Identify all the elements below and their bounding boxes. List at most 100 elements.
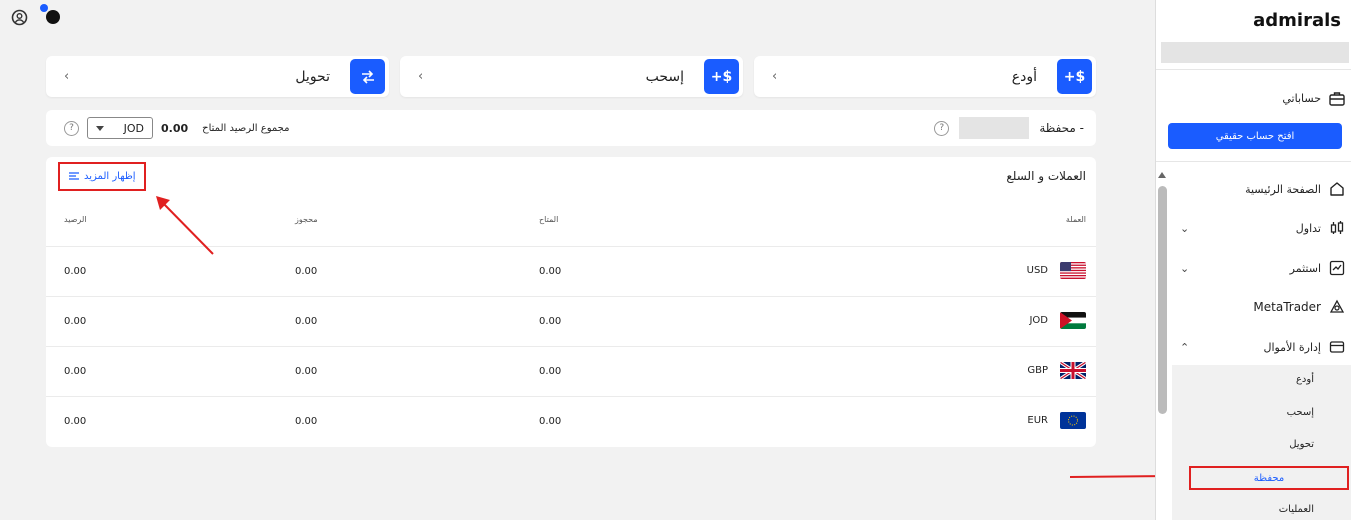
gb-flag-icon [1060, 362, 1086, 379]
home-icon [1329, 181, 1345, 197]
col-currency: العملة [1065, 215, 1086, 224]
top-icons [10, 4, 62, 26]
wallet-name-label: محفظة - [1039, 121, 1084, 135]
table-row: 0.00 0.00 0.00 USD [46, 247, 1096, 297]
divider [1156, 69, 1351, 70]
sidebar-scrollbar[interactable] [1158, 186, 1167, 414]
transfer-icon[interactable] [350, 59, 385, 94]
sidebar-item-label: حساباتي [1282, 91, 1321, 105]
card-title: العملات و السلع [1006, 169, 1086, 183]
eu-flag-icon [1060, 412, 1086, 429]
candlestick-icon [1329, 220, 1345, 236]
currency-cell: USD [1027, 262, 1086, 279]
currency-cell: JOD [1029, 312, 1086, 329]
us-flag-icon [1060, 262, 1086, 279]
withdraw-icon[interactable]: +$ [704, 59, 739, 94]
available-value: 0.00 [539, 316, 562, 327]
open-real-account-button[interactable]: افتح حساب حقيقي [1168, 123, 1342, 149]
chevron-down-icon: ⌄ [1180, 221, 1190, 235]
currency-cell: EUR [1027, 412, 1086, 429]
sidebar-item-label: تداول [1295, 221, 1321, 235]
col-balance: الرصيد [64, 215, 87, 224]
user-circle-icon[interactable] [10, 8, 28, 26]
available-value: 0.00 [539, 416, 562, 427]
wallet-bar: ? JOD 0.00 مجموع الرصيد المتاح ? محفظة - [46, 110, 1096, 146]
withdraw-card[interactable]: ‹ إسحب +$ [400, 56, 743, 97]
reserved-value: 0.00 [295, 366, 318, 377]
sidebar-item-label: إدارة الأموال [1263, 340, 1321, 354]
reserved-value: 0.00 [295, 416, 318, 427]
notification-badge [40, 4, 48, 12]
reserved-value: 0.00 [295, 316, 318, 327]
table-row: 0.00 0.00 0.00 GBP [46, 347, 1096, 397]
sidebar-item-label: MetaTrader [1253, 300, 1321, 314]
currency-code: JOD [1029, 315, 1048, 326]
sidebar-item-accounts[interactable]: حساباتي [1170, 86, 1345, 110]
currency-code: USD [1026, 265, 1048, 276]
account-id-redacted [1161, 42, 1349, 63]
metatrader-icon [1329, 299, 1345, 315]
col-reserved: محجوز [295, 215, 318, 224]
chevron-down-icon: ⌄ [1180, 261, 1190, 275]
sidebar: admirals حساباتي افتح حساب حقيقي الصفحة … [1155, 0, 1351, 520]
currency-select[interactable]: JOD [87, 117, 153, 139]
withdraw-label: إسحب [645, 68, 684, 85]
divider [1156, 161, 1351, 162]
submenu-deposit[interactable]: أودع [1296, 374, 1314, 385]
sidebar-item-label: الصفحة الرئيسية [1245, 182, 1321, 196]
balance-value: 0.00 [64, 366, 87, 377]
notification-icon[interactable] [40, 4, 62, 26]
sidebar-item-money-management[interactable]: ⌃ إدارة الأموال [1170, 335, 1345, 359]
currency-cell: GBP [1027, 362, 1086, 379]
balance-value: 0.00 [64, 316, 87, 327]
show-more-button[interactable]: إظهار المزيد [58, 161, 146, 191]
currencies-card: إظهار المزيد العملات و السلع الرصيد محجو… [46, 157, 1096, 447]
currency-select-value: JOD [123, 121, 144, 135]
caret-down-icon [96, 125, 104, 131]
scroll-up-arrow-icon[interactable] [1158, 172, 1166, 178]
balance-value: 0.00 [64, 266, 87, 277]
table-row: 0.00 0.00 0.00 JOD [46, 297, 1096, 347]
chevron-left-icon: ‹ [772, 69, 778, 84]
sidebar-item-invest[interactable]: ⌄ استثمر [1170, 256, 1345, 280]
currency-code: GBP [1027, 365, 1048, 376]
help-icon[interactable]: ? [64, 120, 79, 136]
chevron-up-icon: ⌃ [1180, 340, 1190, 354]
sidebar-item-trade[interactable]: ⌄ تداول [1170, 216, 1345, 240]
total-label: مجموع الرصيد المتاح [202, 122, 290, 134]
submenu-wallet[interactable]: محفظة [1189, 466, 1349, 490]
available-value: 0.00 [539, 266, 562, 277]
deposit-card[interactable]: ‹ أودع +$ [754, 56, 1096, 97]
sidebar-item-label: استثمر [1289, 261, 1321, 275]
money-submenu: أودع إسحب تحويل العمليات [1172, 365, 1351, 520]
currency-code: EUR [1027, 415, 1048, 426]
table-row: 0.00 0.00 0.00 EUR [46, 397, 1096, 447]
sidebar-item-home[interactable]: الصفحة الرئيسية [1170, 177, 1345, 201]
deposit-icon[interactable]: +$ [1057, 59, 1092, 94]
submenu-withdraw[interactable]: إسحب [1287, 407, 1314, 418]
deposit-label: أودع [1011, 68, 1037, 85]
app-root: ‹ تحويل ‹ إسحب +$ ‹ أودع +$ ? JOD 0.00 م… [0, 0, 1351, 520]
chevron-left-icon: ‹ [64, 69, 70, 84]
chevron-left-icon: ‹ [418, 69, 424, 84]
available-value: 0.00 [539, 366, 562, 377]
balance-value: 0.00 [64, 416, 87, 427]
jo-flag-icon [1060, 312, 1086, 329]
submenu-transfer[interactable]: تحويل [1289, 439, 1314, 450]
filter-icon [69, 172, 79, 180]
col-available: المتاح [539, 215, 559, 224]
chart-icon [1329, 260, 1345, 276]
table-header: الرصيد محجوز المتاح العملة [46, 195, 1096, 247]
show-more-label: إظهار المزيد [84, 170, 136, 182]
reserved-value: 0.00 [295, 266, 318, 277]
transfer-card[interactable]: ‹ تحويل [46, 56, 389, 97]
wallet-icon [1329, 339, 1345, 355]
briefcase-icon [1329, 90, 1345, 106]
sidebar-item-metatrader[interactable]: MetaTrader [1170, 295, 1345, 319]
submenu-transactions[interactable]: العمليات [1279, 504, 1314, 515]
total-amount: 0.00 [161, 121, 189, 135]
brand-logo[interactable]: admirals [1253, 10, 1341, 31]
transfer-label: تحويل [295, 68, 330, 85]
wallet-id-redacted [959, 117, 1030, 139]
help-icon[interactable]: ? [934, 120, 950, 136]
